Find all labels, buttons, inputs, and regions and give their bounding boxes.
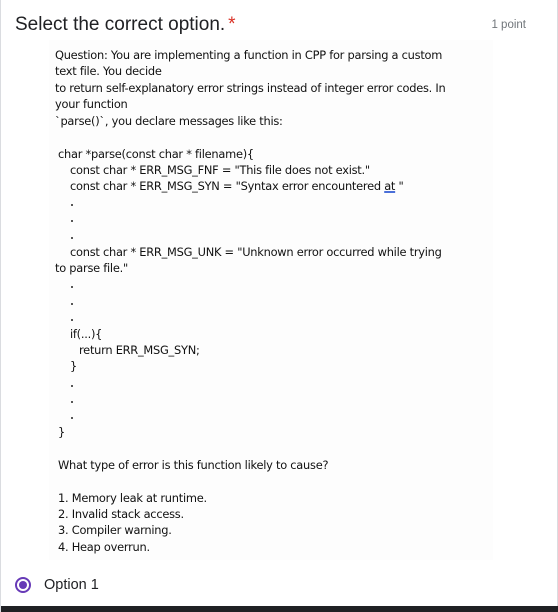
radio-selected-dot [19, 581, 27, 589]
code-line-if-close: } [70, 359, 77, 373]
ellipsis-dot [71, 286, 73, 288]
option-1-label[interactable]: Option 1 [44, 577, 99, 593]
question-prompt: What type of error is this function like… [58, 458, 329, 472]
choice-4: 4. Heap overrun. [58, 540, 150, 554]
code-line-if: if(...){ [70, 327, 103, 341]
code-line-syn: const char * ERR_MSG_SYN = "Syntax error… [70, 178, 404, 194]
choice-3: 3. Compiler warning. [58, 523, 172, 537]
choice-2: 2. Invalid stack access. [58, 507, 184, 521]
question-line-1: Question: You are implementing a functio… [55, 48, 443, 62]
points-label: 1 point [491, 19, 526, 31]
code-line-syn-text: const char * ERR_MSG_SYN = "Syntax error… [70, 179, 385, 193]
bottom-bar [1, 606, 558, 612]
question-image: Question: You are implementing a functio… [49, 40, 493, 560]
ellipsis-dot [71, 417, 73, 419]
code-line-close: } [58, 425, 65, 439]
question-line-5: `parse()`, you declare messages like thi… [55, 114, 283, 128]
ellipsis-dot [71, 204, 73, 206]
required-asterisk: * [228, 14, 236, 35]
spellcheck-word: at [384, 179, 396, 193]
question-title-text: Select the correct option. [15, 14, 226, 35]
code-line-signature: char *parse(const char * filename){ [58, 147, 254, 161]
ellipsis-dot [71, 237, 73, 239]
ellipsis-dot [71, 220, 73, 222]
question-line-4: your function [55, 97, 128, 111]
code-line-unk-cont: to parse file." [55, 261, 128, 275]
ellipsis-dot [71, 401, 73, 403]
ellipsis-dot [71, 385, 73, 387]
code-line-fnf: const char * ERR_MSG_FNF = "This file do… [70, 163, 370, 177]
code-line-syn-tail: " [395, 179, 404, 193]
question-line-3: to return self-explanatory error strings… [55, 81, 446, 95]
question-title: Select the correct option. * [15, 14, 236, 36]
ellipsis-dot [71, 303, 73, 305]
code-line-unk: const char * ERR_MSG_UNK = "Unknown erro… [70, 245, 442, 259]
ellipsis-dot [71, 319, 73, 321]
option-1-radio[interactable] [15, 577, 31, 593]
question-card: Select the correct option. * 1 point Ques… [0, 0, 558, 612]
code-line-return: return ERR_MSG_SYN; [79, 343, 200, 357]
option-1[interactable]: Option 1 [15, 577, 99, 593]
choice-1: 1. Memory leak at runtime. [58, 491, 207, 505]
question-line-2: text file. You decide [55, 64, 162, 78]
